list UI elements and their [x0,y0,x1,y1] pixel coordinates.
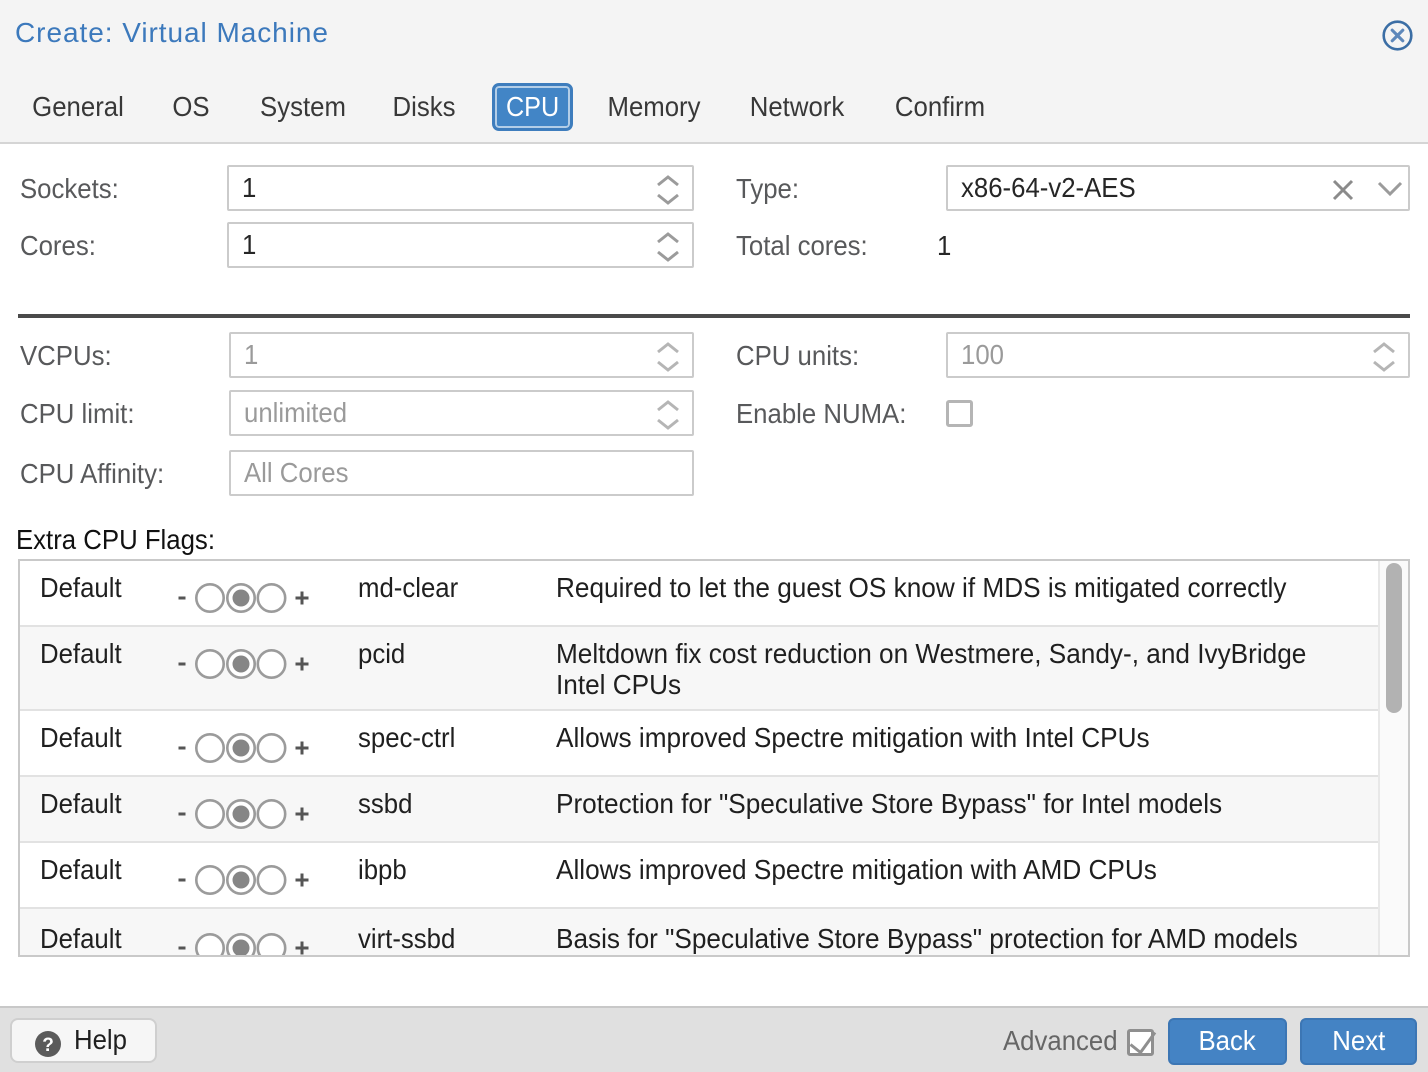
svg-text:?: ? [42,1035,54,1056]
